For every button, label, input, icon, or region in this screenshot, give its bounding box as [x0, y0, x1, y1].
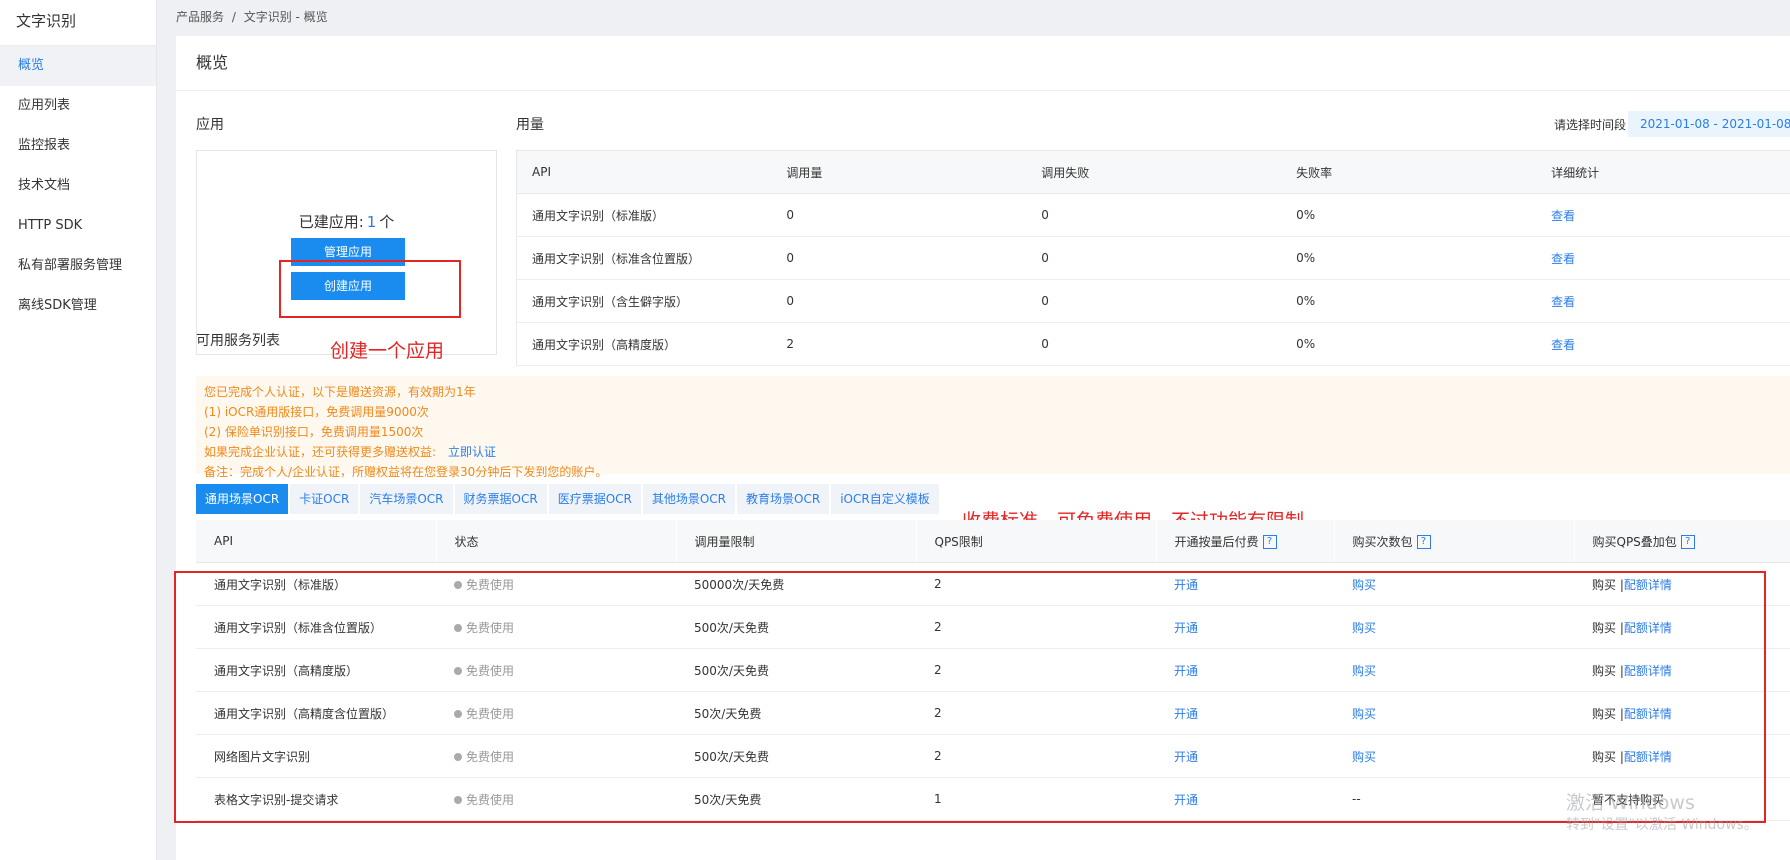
watermark-line-2: 转到"设置"以激活 Windows。: [1566, 817, 1758, 833]
annotation-box-pricing: [174, 571, 1766, 823]
tab-general-ocr[interactable]: 通用场景OCR: [196, 484, 289, 514]
svc-col-limit: 调用量限制: [675, 520, 916, 563]
usage-rate: 0%: [1281, 322, 1537, 366]
sidebar-item-app-list[interactable]: 应用列表: [0, 86, 156, 126]
breadcrumb: 产品服务 / 文字识别 - 概览: [176, 8, 332, 25]
usage-table: API 调用量 调用失败 失败率 详细统计 通用文字识别（标准版） 0 0 0%…: [516, 150, 1790, 366]
app-count-prefix: 已建应用:: [298, 213, 364, 231]
usage-section-title: 用量: [516, 117, 544, 133]
table-row: 通用文字识别（标准版） 0 0 0% 查看: [516, 193, 1790, 237]
sidebar-item-offline-sdk[interactable]: 离线SDK管理: [0, 286, 156, 326]
help-icon[interactable]: ?: [1416, 535, 1431, 549]
resource-notice: 您已完成个人认证，以下是赠送资源，有效期为1年 (1) iOCR通用版接口，免费…: [196, 376, 1790, 479]
usage-fails: 0: [1026, 193, 1282, 237]
usage-table-header: API 调用量 调用失败 失败率 详细统计: [516, 150, 1790, 194]
notice-line-2: (1) iOCR通用版接口，免费调用量9000次: [204, 405, 429, 419]
usage-api: 通用文字识别（标准含位置版）: [516, 236, 772, 280]
main-panel: 概览 应用 已建应用: 1 个 管理应用 创建应用 创建一个应用 用量 请选择时间段…: [174, 36, 1790, 860]
usage-rate: 0%: [1281, 193, 1537, 237]
notice-line-4-text: 如果完成企业认证，还可获得更多赠送权益:: [204, 445, 437, 459]
usage-fails: 0: [1026, 322, 1282, 366]
svc-col-qps: QPS限制: [915, 520, 1156, 563]
date-range-label: 请选择时间段: [1554, 118, 1627, 132]
usage-col-detail: 详细统计: [1536, 150, 1790, 194]
watermark-line-1: 激活 Windows: [1566, 792, 1695, 814]
sidebar-item-overview[interactable]: 概览: [0, 46, 156, 86]
svc-col-status: 状态: [435, 520, 676, 563]
tab-medical-ocr[interactable]: 医疗票据OCR: [548, 484, 641, 514]
usage-api: 通用文字识别（含生僻字版）: [516, 279, 772, 323]
tab-other-ocr[interactable]: 其他场景OCR: [642, 484, 736, 514]
usage-col-rate: 失败率: [1281, 150, 1537, 194]
view-detail-link[interactable]: 查看: [1551, 338, 1575, 352]
app-box: 已建应用: 1 个 管理应用 创建应用: [196, 150, 497, 355]
notice-line-3: (2) 保险单识别接口，免费调用量1500次: [204, 425, 424, 439]
services-section-title: 可用服务列表: [196, 333, 280, 349]
breadcrumb-current: 文字识别 - 概览: [243, 10, 328, 24]
usage-fails: 0: [1026, 279, 1282, 323]
tab-iocr-template[interactable]: iOCR自定义模板: [831, 484, 939, 514]
date-range-value: 2021-01-08 - 2021-01-08: [1640, 117, 1790, 131]
app-section-title: 应用: [196, 117, 224, 133]
table-row: 通用文字识别（标准含位置版） 0 0 0% 查看: [516, 236, 1790, 280]
table-row: 通用文字识别（含生僻字版） 0 0 0% 查看: [516, 279, 1790, 323]
breadcrumb-root[interactable]: 产品服务: [176, 10, 224, 24]
tab-card-ocr[interactable]: 卡证OCR: [290, 484, 359, 514]
usage-calls: 0: [771, 193, 1027, 237]
date-range-picker[interactable]: 2021-01-08 - 2021-01-08: [1628, 111, 1790, 137]
help-icon[interactable]: ?: [1262, 535, 1277, 549]
usage-api: 通用文字识别（高精度版）: [516, 322, 772, 366]
page-title: 概览: [176, 36, 1790, 91]
view-detail-link[interactable]: 查看: [1551, 252, 1575, 266]
sidebar: 文字识别 概览 应用列表 监控报表 技术文档 HTTP SDK 私有部署服务管理…: [0, 0, 157, 860]
view-detail-link[interactable]: 查看: [1551, 295, 1575, 309]
view-detail-link[interactable]: 查看: [1551, 209, 1575, 223]
app-count-number: 1: [366, 213, 377, 231]
notice-line-1: 您已完成个人认证，以下是赠送资源，有效期为1年: [204, 385, 476, 399]
verify-now-link[interactable]: 立即认证: [448, 445, 496, 459]
usage-calls: 2: [771, 322, 1027, 366]
svc-col-pack: 购买次数包?: [1333, 520, 1574, 563]
usage-calls: 0: [771, 236, 1027, 280]
sidebar-title: 文字识别: [0, 0, 156, 46]
app-count-suffix: 个: [379, 213, 395, 231]
usage-api: 通用文字识别（标准版）: [516, 193, 772, 237]
app-count: 已建应用: 1 个: [197, 211, 496, 232]
breadcrumb-separator: /: [231, 10, 236, 24]
tab-vehicle-ocr[interactable]: 汽车场景OCR: [360, 484, 453, 514]
usage-col-api: API: [516, 150, 772, 194]
svc-col-postpaid: 开通按量后付费?: [1155, 520, 1334, 563]
svc-col-qps-pack: 购买QPS叠加包?: [1573, 520, 1790, 563]
notice-line-4: 如果完成企业认证，还可获得更多赠送权益: 立即认证: [204, 442, 1790, 462]
tab-education-ocr[interactable]: 教育场景OCR: [737, 484, 830, 514]
service-tabs: 通用场景OCR 卡证OCR 汽车场景OCR 财务票据OCR 医疗票据OCR 其他…: [196, 484, 941, 514]
table-row: 通用文字识别（高精度版） 2 0 0% 查看: [516, 322, 1790, 366]
usage-rate: 0%: [1281, 236, 1537, 280]
usage-rate: 0%: [1281, 279, 1537, 323]
help-icon[interactable]: ?: [1680, 535, 1695, 549]
notice-line-5: 备注：完成个人/企业认证，所赠权益将在您登录30分钟后下发到您的账户。: [204, 465, 608, 479]
sidebar-item-monitor[interactable]: 监控报表: [0, 126, 156, 166]
usage-col-fails: 调用失败: [1026, 150, 1282, 194]
sidebar-item-private-deploy[interactable]: 私有部署服务管理: [0, 246, 156, 286]
sidebar-item-http-sdk[interactable]: HTTP SDK: [0, 206, 156, 246]
usage-calls: 0: [771, 279, 1027, 323]
service-table-header: API 状态 调用量限制 QPS限制 开通按量后付费? 购买次数包? 购买QPS…: [196, 520, 1790, 563]
annotation-create-app: 创建一个应用: [330, 340, 445, 362]
annotation-box-create-app: [279, 260, 461, 318]
sidebar-item-docs[interactable]: 技术文档: [0, 166, 156, 206]
usage-col-calls: 调用量: [771, 150, 1027, 194]
svc-col-api: API: [196, 520, 436, 563]
tab-finance-ocr[interactable]: 财务票据OCR: [454, 484, 547, 514]
usage-fails: 0: [1026, 236, 1282, 280]
